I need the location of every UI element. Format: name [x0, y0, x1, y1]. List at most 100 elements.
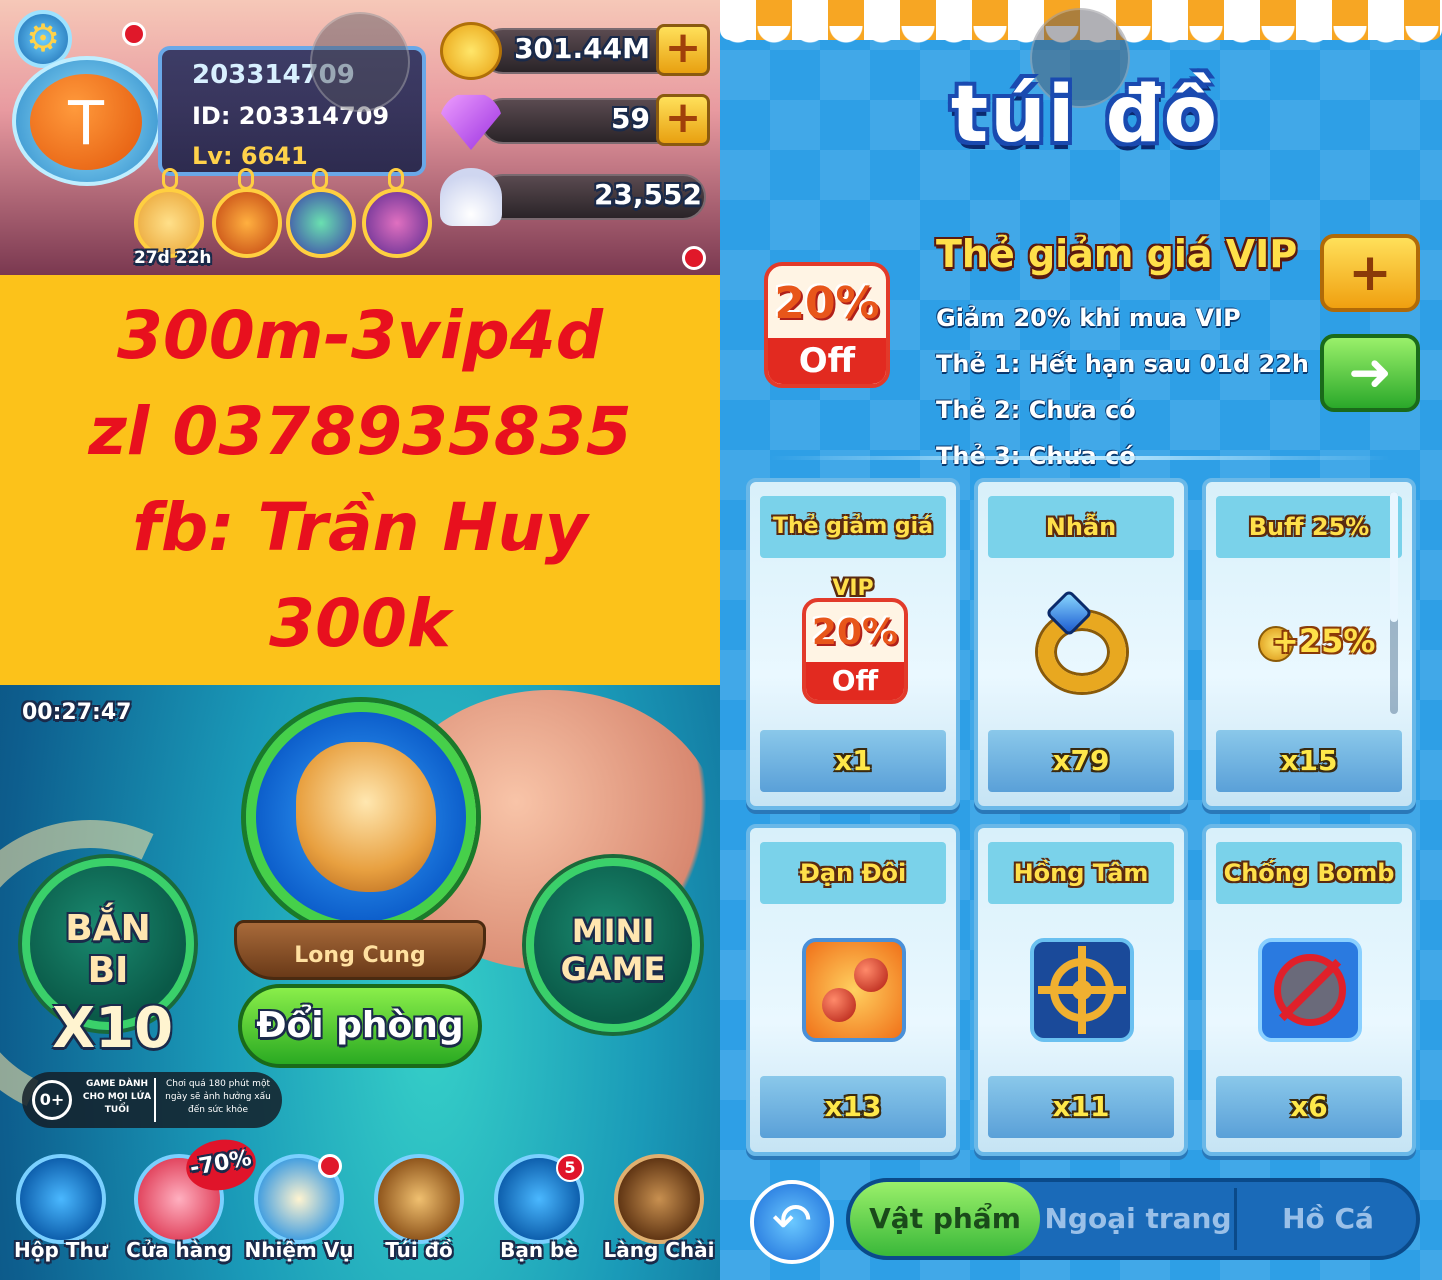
- item-count: x11: [988, 1076, 1174, 1138]
- inventory-tabs: Vật phẩm Ngoại trang Hồ Cá: [846, 1178, 1420, 1260]
- friends-count-badge: 5: [556, 1154, 584, 1182]
- change-room-button[interactable]: Đổi phòng: [238, 984, 482, 1068]
- crosshair-icon: [1030, 938, 1134, 1042]
- bottom-navigation: Hộp Thư -70% Cửa hàng Nhiệm Vụ Túi đồ 5 …: [0, 1134, 720, 1280]
- room-sign: Long Cung: [234, 920, 486, 980]
- fishing-village-icon: [614, 1154, 704, 1244]
- promo-line-2: zl 0378935835: [88, 393, 632, 470]
- marble-multiplier: X10: [52, 996, 174, 1061]
- coupon-percent: 20%: [774, 278, 880, 329]
- promo-overlay: 300m-3vip4d zl 0378935835 fb: Trần Huy 3…: [0, 275, 720, 685]
- add-vip-card-button[interactable]: +: [1320, 234, 1420, 312]
- minigame-label-1: MINI: [571, 912, 655, 950]
- item-count: x1: [760, 730, 946, 792]
- scrollbar-thumb[interactable]: [1390, 492, 1398, 622]
- anti-bomb-icon: [1258, 938, 1362, 1042]
- dragon-icon: [296, 742, 436, 892]
- shell-amount: 23,552: [593, 178, 702, 211]
- nav-bag[interactable]: Túi đồ: [364, 1148, 474, 1280]
- nav-label: Hộp Thư: [14, 1238, 108, 1262]
- notification-dot: [122, 22, 146, 46]
- nav-fishing-village[interactable]: Làng Chài: [603, 1148, 715, 1280]
- gold-currency: 301.44M +: [440, 22, 712, 80]
- gold-amount: 301.44M: [514, 32, 650, 65]
- tab-aquarium[interactable]: Hồ Cá: [1236, 1182, 1416, 1256]
- nav-friends[interactable]: 5 Bạn bè: [484, 1148, 594, 1280]
- room-portal[interactable]: [246, 702, 476, 932]
- gold-coin-icon: [440, 22, 502, 80]
- minigame-label-2: GAME: [560, 950, 666, 988]
- age-rating-notice: 0+ GAME DÀNH CHO MỌI LỨA TUỔI Chơi quá 1…: [22, 1072, 282, 1128]
- coupon-off: Off: [768, 338, 886, 384]
- tab-outfits[interactable]: Ngoại trang: [1042, 1182, 1234, 1256]
- nav-label: Làng Chài: [603, 1238, 715, 1262]
- promo-line-1: 300m-3vip4d: [117, 297, 603, 374]
- item-name: Nhẫn: [988, 496, 1174, 558]
- grid-scrollbar[interactable]: [1390, 492, 1398, 714]
- item-name: Đạn Đôi: [760, 842, 946, 904]
- item-count: x6: [1216, 1076, 1402, 1138]
- player-level: Lv: 6641: [192, 142, 308, 170]
- avatar[interactable]: T: [30, 74, 142, 170]
- back-arrow-button[interactable]: ↶: [750, 1180, 834, 1264]
- fire-medal-icon[interactable]: [212, 188, 282, 258]
- gold-buff-icon: +25%: [1258, 618, 1378, 678]
- lobby-screen: ⚙ T 203314709 ID: 203314709 Lv: 6641 301…: [0, 0, 720, 1280]
- jellyfish-medal-icon[interactable]: [286, 188, 356, 258]
- gem-amount: 59: [611, 102, 650, 135]
- double-bullet-icon: [802, 938, 906, 1042]
- nav-label: Túi đồ: [385, 1238, 453, 1262]
- inventory-screen: túi đồ 20% Off Thẻ giảm giá VIP Giảm 20%…: [720, 0, 1442, 1280]
- item-card-double-bullet[interactable]: Đạn Đôi x13: [746, 824, 960, 1156]
- item-count: x13: [760, 1076, 946, 1138]
- avatar-letter: T: [66, 86, 106, 158]
- item-card-vip-coupon[interactable]: Thẻ giảm giá VIP 20% Off x1: [746, 478, 960, 810]
- notification-dot: [318, 1154, 342, 1178]
- nav-label: Bạn bè: [500, 1238, 578, 1262]
- event-timer: 00:27:47: [22, 700, 132, 725]
- nav-label: Cửa hàng: [126, 1238, 232, 1262]
- minigame-button[interactable]: MINI GAME: [526, 858, 700, 1032]
- vip-coupon-icon: 20% Off: [764, 262, 890, 388]
- item-name: Thẻ giảm giá VIP: [760, 496, 946, 601]
- use-vip-card-arrow-button[interactable]: ➜: [1320, 334, 1420, 412]
- watermark-logo-icon: [310, 12, 410, 112]
- tab-items[interactable]: Vật phẩm: [850, 1182, 1040, 1256]
- age-rating-badge: 0+: [32, 1080, 72, 1120]
- age-notice-title: GAME DÀNH CHO MỌI LỨA TUỔI: [82, 1079, 152, 1115]
- item-card-buff[interactable]: Buff 25% +25% x15: [1202, 478, 1416, 810]
- nav-quests[interactable]: Nhiệm Vụ: [244, 1148, 354, 1280]
- vip-card-1-status: Thẻ 1: Hết hạn sau 01d 22h: [936, 350, 1309, 378]
- item-count: x15: [1216, 730, 1402, 792]
- item-count: x79: [988, 730, 1174, 792]
- notification-dot: [682, 246, 706, 270]
- nav-shop[interactable]: -70% Cửa hàng: [124, 1134, 260, 1280]
- vip-card-2-status: Thẻ 2: Chưa có: [936, 396, 1136, 424]
- shell-currency: 23,552: [440, 168, 712, 226]
- shell-icon: [440, 168, 502, 226]
- vip-timer: 27d 22h: [134, 248, 212, 268]
- ring-icon: [1030, 588, 1134, 696]
- item-card-ring[interactable]: Nhẫn x79: [974, 478, 1188, 810]
- page-title: túi đồ: [950, 70, 1220, 160]
- vip-coupon-icon: 20% Off: [802, 598, 908, 704]
- marble-label-2: BI: [87, 950, 129, 991]
- item-name: Chống Bomb: [1216, 842, 1402, 904]
- item-card-anti-bomb[interactable]: Chống Bomb x6: [1202, 824, 1416, 1156]
- add-gems-button[interactable]: +: [656, 94, 710, 146]
- bag-icon: [374, 1154, 464, 1244]
- nav-label: Nhiệm Vụ: [244, 1238, 354, 1262]
- vip-card-title: Thẻ giảm giá VIP: [936, 232, 1298, 276]
- promo-line-3: fb: Trần Huy: [132, 489, 588, 566]
- item-card-crosshair[interactable]: Hồng Tâm x11: [974, 824, 1188, 1156]
- vip-description: Giảm 20% khi mua VIP: [936, 304, 1241, 332]
- dragon-medal-icon[interactable]: [362, 188, 432, 258]
- marble-label-1: BẮN: [65, 908, 151, 949]
- age-notice-warning: Chơi quá 180 phút một ngày sẽ ảnh hưởng …: [165, 1079, 271, 1115]
- buff-icon-text: +25%: [1272, 622, 1376, 660]
- item-name: Buff 25%: [1216, 496, 1402, 558]
- add-gold-button[interactable]: +: [656, 24, 710, 76]
- mailbox-icon: [16, 1154, 106, 1244]
- nav-mailbox[interactable]: Hộp Thư: [6, 1148, 116, 1280]
- gem-currency: 59 +: [440, 92, 712, 150]
